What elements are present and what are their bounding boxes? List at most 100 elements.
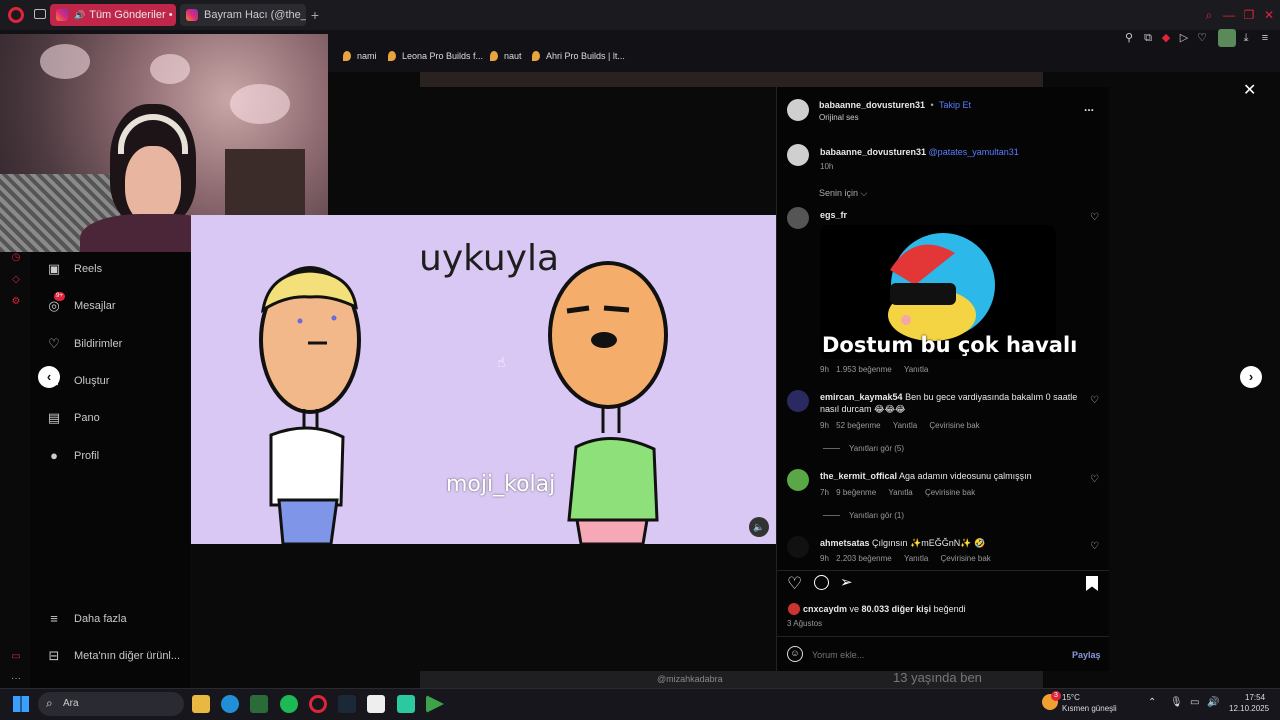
app-icon[interactable] — [250, 695, 268, 713]
taskbar-search[interactable]: ⌕ Ara — [38, 692, 184, 716]
avatar[interactable] — [787, 536, 809, 558]
translate-link[interactable]: Çevirisine bak — [929, 421, 979, 430]
tab-switcher-icon[interactable] — [34, 9, 46, 19]
caption-mention[interactable]: @patates_yamultan31 — [929, 147, 1019, 157]
close-modal-icon[interactable]: ✕ — [1243, 80, 1256, 100]
tab-bayram-haci[interactable]: Bayram Hacı (@the_bayra — [180, 4, 306, 26]
sidebar-item-reels[interactable]: ▣ Reels — [46, 259, 186, 279]
audio-label[interactable]: Orijinal ses — [819, 113, 859, 122]
history-icon[interactable]: ◷ — [10, 252, 22, 264]
rail-dots-icon[interactable]: ··· — [10, 673, 22, 685]
capcut-icon[interactable] — [367, 695, 385, 713]
comment-user[interactable]: ahmetsatas — [820, 538, 870, 548]
close-window-icon[interactable]: ✕ — [1262, 8, 1276, 22]
bookmark-leona[interactable]: Leona Pro Builds f... — [388, 51, 483, 61]
steam-icon[interactable] — [338, 695, 356, 713]
new-tab-button[interactable]: + — [308, 7, 322, 23]
sidebar-item-dashboard[interactable]: ▤ Pano — [46, 408, 186, 428]
profile-avatar[interactable] — [1218, 29, 1236, 47]
comment-input[interactable] — [812, 647, 1052, 663]
post-author[interactable]: babaanne_dovusturen31 — [819, 100, 925, 110]
sidebar-item-notifications[interactable]: ♡ Bildirimler — [46, 334, 186, 354]
maximize-icon[interactable]: ❐ — [1242, 8, 1256, 22]
opera-logo-icon[interactable] — [8, 7, 24, 23]
like-comment-icon[interactable]: ♡ — [1090, 212, 1099, 223]
follow-button[interactable]: Takip Et — [939, 100, 971, 110]
share-icon[interactable]: ➢ — [840, 573, 853, 591]
play-icon[interactable]: ▷ — [1177, 31, 1191, 45]
tab-instagram-posts[interactable]: 🔊 Tüm Gönderiler • Insta — [50, 4, 176, 26]
comment-likes[interactable]: 9 beğenme — [836, 488, 876, 497]
menu-icon[interactable]: ≡ — [1258, 31, 1272, 45]
like-icon[interactable]: ♡ — [787, 574, 802, 594]
translate-link[interactable]: Çevirisine bak — [925, 488, 975, 497]
bookmark-nami[interactable]: nami — [343, 51, 377, 61]
sidebar-more[interactable]: ≡ Daha fazla — [46, 609, 186, 629]
edge-icon[interactable] — [221, 695, 239, 713]
avatar[interactable] — [787, 144, 809, 166]
network-icon[interactable]: ▭ — [1190, 697, 1199, 708]
like-comment-icon[interactable]: ♡ — [1090, 395, 1099, 406]
post-comment-button[interactable]: Paylaş — [1072, 650, 1101, 660]
sidebar-item-profile[interactable]: ● Profil — [46, 446, 186, 466]
bookmark-ahri[interactable]: Ahri Pro Builds | lt... — [532, 51, 625, 61]
snapshot-icon[interactable]: ⧉ — [1141, 31, 1155, 45]
rail-more-icon[interactable]: ▭ — [10, 651, 22, 663]
download-icon[interactable]: ⤓ — [1239, 31, 1253, 45]
next-post-button[interactable]: › — [1240, 366, 1262, 388]
clock-date[interactable]: 12.10.2025 — [1229, 704, 1269, 713]
comment-user[interactable]: the_kermit_offical — [820, 471, 897, 481]
view-replies-button[interactable]: Yanıtları gör (5) — [849, 444, 904, 453]
minimize-icon[interactable]: — — [1222, 8, 1236, 22]
like-comment-icon[interactable]: ♡ — [1090, 474, 1099, 485]
reply-link[interactable]: Yanıtla — [904, 554, 928, 563]
liked-by-user[interactable]: cnxcaydm — [803, 604, 847, 614]
microphone-icon[interactable]: 🎙 — [1170, 697, 1183, 708]
bookmark-naut[interactable]: naut — [490, 51, 522, 61]
comment-user[interactable]: emircan_kaymak54 — [820, 392, 903, 402]
comment-likes[interactable]: 52 beğenme — [836, 421, 880, 430]
vpn-shield-icon[interactable]: ◆ — [1159, 31, 1173, 45]
pin-icon[interactable]: ⚲ — [1122, 31, 1136, 45]
avatar[interactable] — [787, 207, 809, 229]
reply-link[interactable]: Yanıtla — [893, 421, 917, 430]
liked-by-count[interactable]: 80.033 diğer kişi — [862, 604, 932, 614]
weather-temp[interactable]: 15°C — [1062, 693, 1080, 702]
reply-link[interactable]: Yanıtla — [888, 488, 912, 497]
comment-filter-dropdown[interactable]: Senin için ⌵ — [819, 188, 867, 199]
caption-user[interactable]: babaanne_dovusturen31 — [820, 147, 926, 157]
windows-start-icon[interactable] — [13, 696, 29, 712]
volume-icon[interactable]: 🔊 — [1207, 697, 1219, 708]
mute-button[interactable]: 🔈 — [749, 517, 769, 537]
settings-icon[interactable]: ⚙ — [10, 296, 22, 308]
sidebar-meta-products[interactable]: ⊟ Meta'nın diğer ürünl... — [46, 646, 186, 666]
comment-icon[interactable] — [814, 575, 829, 590]
avatar[interactable] — [787, 469, 809, 491]
sidebar-item-create[interactable]: ⊞ Oluştur — [46, 371, 186, 391]
opera-icon[interactable] — [309, 695, 327, 713]
clock-time[interactable]: 17:54 — [1245, 693, 1265, 702]
heart-icon[interactable]: ♡ — [1195, 31, 1209, 45]
profile-icon: ● — [50, 448, 58, 463]
file-explorer-icon[interactable] — [192, 695, 210, 713]
translate-link[interactable]: Çevirisine bak — [941, 554, 991, 563]
spotify-icon[interactable] — [280, 695, 298, 713]
weather-desc[interactable]: Kısmen güneşli — [1062, 704, 1117, 713]
search-icon[interactable]: ⌕ — [1202, 8, 1216, 22]
comment-user[interactable]: egs_fr — [820, 210, 847, 220]
extensions-icon[interactable]: ◇ — [10, 274, 22, 286]
view-replies-button[interactable]: Yanıtları gör (1) — [849, 511, 904, 520]
sidebar-item-messages[interactable]: ◎ 9+ Mesajlar — [46, 292, 186, 316]
like-comment-icon[interactable]: ♡ — [1090, 541, 1099, 552]
prev-post-button[interactable]: ‹ — [38, 366, 60, 388]
reply-link[interactable]: Yanıtla — [904, 365, 928, 374]
emoji-icon[interactable]: ☺ — [787, 646, 803, 662]
app-icon[interactable] — [397, 695, 415, 713]
comment-likes[interactable]: 2.203 beğenme — [836, 554, 892, 563]
more-options-icon[interactable]: ... — [1084, 100, 1094, 114]
avatar[interactable] — [787, 390, 809, 412]
avatar[interactable] — [788, 603, 800, 615]
avatar[interactable] — [787, 99, 809, 121]
comment-likes[interactable]: 1.953 beğenme — [836, 365, 892, 374]
tray-chevron-icon[interactable]: ⌃ — [1148, 697, 1156, 708]
